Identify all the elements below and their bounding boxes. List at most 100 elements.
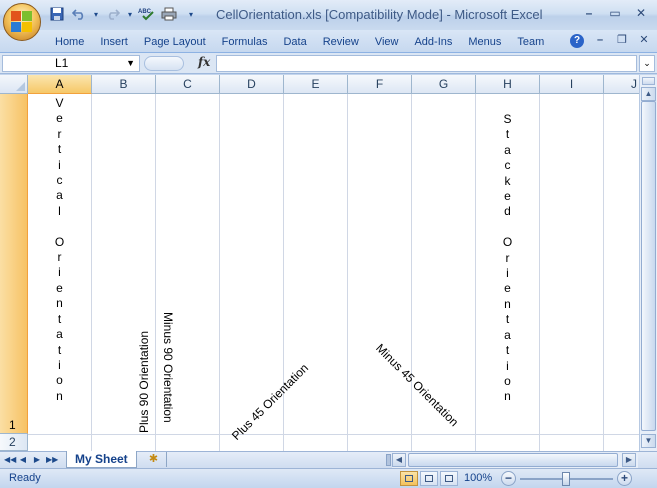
undo-icon[interactable]: [70, 6, 88, 22]
insert-function-button[interactable]: fx: [198, 55, 210, 69]
window-controls: – ▭ ✕: [577, 4, 653, 22]
zoom-out-icon[interactable]: −: [501, 471, 516, 486]
scroll-down-icon[interactable]: ▼: [641, 434, 656, 448]
stacked-letter: t: [57, 142, 62, 157]
vertical-scroll-thumb[interactable]: [641, 101, 656, 431]
stacked-letter: o: [56, 373, 63, 388]
stacked-letter: e: [504, 189, 511, 204]
expand-formula-bar-icon[interactable]: ⌄: [639, 55, 655, 72]
name-box-dropdown-icon[interactable]: ▼: [126, 56, 135, 71]
sheet-tab-bar: ◀◀ ◀ ▶ ▶▶ My Sheet ✱ ◀ ▶: [0, 451, 657, 468]
tab-team[interactable]: Team: [509, 34, 552, 50]
worksheet-grid[interactable]: A B C D E F G H I J 1 2 Vertical Orienta…: [0, 75, 639, 451]
redo-icon[interactable]: [104, 6, 122, 22]
vertical-scrollbar[interactable]: ▲ ▼: [639, 75, 657, 451]
stacked-letter: O: [502, 235, 513, 250]
stacked-letter: n: [56, 388, 63, 403]
restore-icon[interactable]: ▭: [603, 4, 627, 22]
stacked-letter: t: [57, 311, 62, 326]
tab-page-layout[interactable]: Page Layout: [136, 34, 214, 50]
cell-b1[interactable]: Plus 90 Orientation: [137, 331, 151, 433]
row-header-2[interactable]: 2: [0, 434, 28, 451]
page-break-preview-icon[interactable]: [440, 471, 458, 486]
column-header-b[interactable]: B: [92, 75, 156, 94]
stacked-letter: d: [504, 204, 511, 219]
stacked-letter: a: [56, 327, 63, 342]
office-logo-icon: [11, 11, 33, 33]
row-number: 2: [9, 435, 16, 449]
spelling-icon[interactable]: ABC: [138, 6, 156, 22]
column-header-d[interactable]: D: [220, 75, 284, 94]
select-all-corner[interactable]: [0, 75, 28, 94]
prev-sheet-icon[interactable]: ◀: [18, 454, 28, 466]
tab-view[interactable]: View: [367, 34, 407, 50]
scroll-right-icon[interactable]: ▶: [622, 453, 636, 467]
tab-review[interactable]: Review: [315, 34, 367, 50]
stacked-letter: t: [57, 342, 62, 357]
tab-insert[interactable]: Insert: [92, 34, 136, 50]
cell-d1[interactable]: Plus 45 Orientation: [229, 361, 311, 443]
print-icon[interactable]: [160, 6, 178, 22]
scroll-left-icon[interactable]: ◀: [392, 453, 406, 467]
sheet-tab-my-sheet[interactable]: My Sheet: [66, 451, 137, 468]
zoom-slider-thumb[interactable]: [562, 472, 570, 486]
doc-restore-icon[interactable]: ❐: [615, 33, 629, 47]
redo-dropdown-icon[interactable]: ▾: [126, 6, 134, 22]
scroll-up-icon[interactable]: ▲: [641, 87, 656, 101]
next-sheet-icon[interactable]: ▶: [32, 454, 42, 466]
tab-menus[interactable]: Menus: [460, 34, 509, 50]
status-bar: Ready 100% − +: [0, 468, 657, 488]
page-layout-view-icon[interactable]: [420, 471, 438, 486]
undo-dropdown-icon[interactable]: ▾: [92, 6, 100, 22]
formula-buttons: fx: [144, 55, 216, 72]
customize-qat-icon[interactable]: ▾: [186, 6, 196, 22]
stacked-letter: t: [505, 343, 510, 358]
column-header-e[interactable]: E: [284, 75, 348, 94]
tab-formulas[interactable]: Formulas: [214, 34, 276, 50]
name-box[interactable]: L1 ▼: [2, 55, 140, 72]
zoom-in-icon[interactable]: +: [617, 471, 632, 486]
column-header-a[interactable]: A: [28, 75, 92, 94]
stacked-letter: a: [504, 327, 511, 342]
last-sheet-icon[interactable]: ▶▶: [46, 454, 58, 466]
row-number: 1: [9, 418, 16, 432]
close-icon[interactable]: ✕: [629, 4, 653, 22]
horizontal-scroll-thumb[interactable]: [408, 453, 618, 467]
help-icon[interactable]: ?: [570, 34, 584, 48]
tab-add-ins[interactable]: Add-Ins: [406, 34, 460, 50]
tab-home[interactable]: Home: [48, 34, 92, 50]
stacked-letter: t: [505, 127, 510, 142]
column-header-h[interactable]: H: [476, 75, 540, 94]
tab-data[interactable]: Data: [275, 34, 314, 50]
stacked-letter: l: [58, 203, 61, 218]
formula-input[interactable]: [216, 55, 637, 72]
cell-h1[interactable]: Stacked Orientation: [476, 112, 539, 405]
stacked-letter: c: [504, 158, 511, 173]
cell-a1[interactable]: Vertical Orientation: [28, 96, 91, 404]
horizontal-scrollbar[interactable]: ◀ ▶: [392, 453, 638, 468]
first-sheet-icon[interactable]: ◀◀: [4, 454, 16, 466]
stacked-letter: r: [57, 250, 62, 265]
cell-c1[interactable]: Minus 90 Orientation: [161, 312, 175, 423]
minimize-icon[interactable]: –: [577, 4, 601, 22]
status-text: Ready: [9, 472, 41, 484]
tab-split-handle[interactable]: [386, 454, 391, 466]
stacked-letter: e: [56, 280, 63, 295]
column-header-c[interactable]: C: [156, 75, 220, 94]
insert-sheet-icon[interactable]: ✱: [141, 452, 167, 467]
office-button[interactable]: [3, 3, 41, 41]
row-header-1[interactable]: 1: [0, 94, 28, 434]
split-box[interactable]: [642, 77, 655, 85]
normal-view-icon[interactable]: [400, 471, 418, 486]
doc-minimize-icon[interactable]: –: [593, 33, 607, 47]
formula-bar: L1 ▼ fx ⌄: [0, 53, 657, 74]
save-icon[interactable]: [48, 6, 66, 22]
cell-f1[interactable]: Minus 45 Orientation: [373, 341, 461, 429]
column-header-f[interactable]: F: [348, 75, 412, 94]
doc-close-icon[interactable]: ✕: [637, 33, 651, 47]
zoom-level[interactable]: 100%: [464, 472, 492, 484]
stacked-letter: i: [506, 358, 509, 373]
column-header-j[interactable]: J: [604, 75, 639, 94]
column-header-i[interactable]: I: [540, 75, 604, 94]
column-header-g[interactable]: G: [412, 75, 476, 94]
